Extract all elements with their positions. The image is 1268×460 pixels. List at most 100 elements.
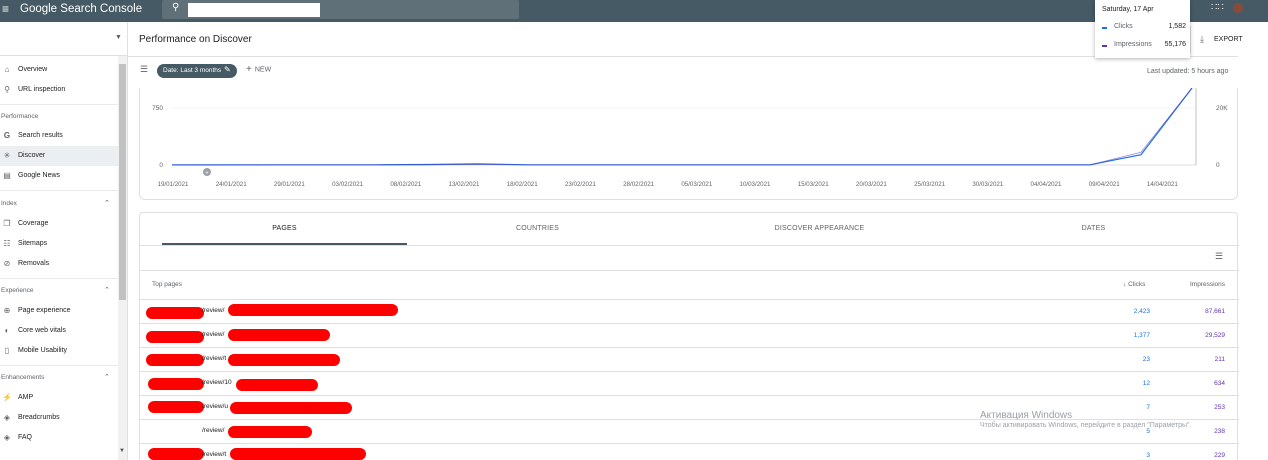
table-row[interactable]: /review/ 2,423 87,661 bbox=[140, 299, 1239, 323]
sidebar-scrollbar[interactable]: ▼ bbox=[118, 56, 127, 460]
section-index[interactable]: Index ⌃ bbox=[0, 197, 118, 211]
table-filter-icon[interactable]: ☰ bbox=[1215, 251, 1223, 262]
x-tick-label: 24/01/2021 bbox=[216, 181, 248, 188]
redaction-mark bbox=[230, 448, 366, 460]
column-header-impressions[interactable]: Impressions bbox=[1190, 281, 1225, 288]
x-tick-label: 28/02/2021 bbox=[623, 181, 655, 188]
x-tick-label: 19/01/2021 bbox=[158, 181, 190, 188]
sidebar-item-label: Overview bbox=[18, 66, 48, 73]
column-header-clicks[interactable]: ↓ Clicks bbox=[1123, 281, 1145, 288]
y-tick-label-left: 0 bbox=[159, 162, 163, 169]
last-updated-text: Last updated: 5 hours ago bbox=[1147, 68, 1229, 75]
table-row[interactable]: /review/t 3 229 bbox=[140, 443, 1239, 460]
sidebar-item-google-news[interactable]: ▤ Google News bbox=[0, 166, 118, 186]
column-header-top-pages: Top pages bbox=[152, 281, 182, 288]
clicks-value: 1,377 bbox=[1133, 332, 1150, 339]
plus-circle-icon: ⊕ bbox=[3, 306, 11, 315]
clicks-value: 5 bbox=[1146, 428, 1150, 435]
clicks-value: 23 bbox=[1142, 356, 1150, 363]
section-experience[interactable]: Experience ⌃ bbox=[0, 284, 118, 298]
redaction-mark bbox=[148, 378, 204, 390]
sidebar-item-breadcrumbs[interactable]: ◈ Breadcrumbs bbox=[0, 408, 118, 428]
tab-countries[interactable]: COUNTRIES bbox=[415, 213, 660, 245]
table-row[interactable]: /review/t 23 211 bbox=[140, 347, 1239, 371]
impressions-value: 211 bbox=[1214, 356, 1225, 363]
activation-watermark-title: Активация Windows bbox=[980, 410, 1073, 421]
table-row[interactable]: /review/ 1,377 29,529 bbox=[140, 323, 1239, 347]
sidebar-item-label: Coverage bbox=[18, 220, 49, 227]
sidebar-item-amp[interactable]: ⚡ AMP bbox=[0, 388, 118, 408]
sidebar-item-coverage[interactable]: ❐ Coverage bbox=[0, 214, 118, 234]
activation-watermark-text: Чтобы активировать Windows, перейдите в … bbox=[980, 422, 1192, 429]
sort-arrow-icon: ↓ bbox=[1123, 281, 1127, 288]
x-tick-label: 03/02/2021 bbox=[332, 181, 364, 188]
news-icon: ▤ bbox=[3, 171, 11, 180]
sidebar-item-core-web-vitals[interactable]: ◐ Core web vitals bbox=[0, 321, 118, 341]
search-input[interactable] bbox=[188, 3, 320, 17]
sidebar-item-mobile-usability[interactable]: ▯ Mobile Usability bbox=[0, 341, 118, 361]
home-icon: ⌂ bbox=[4, 65, 10, 74]
x-tick-label: 20/03/2021 bbox=[856, 181, 888, 188]
impressions-value: 29,529 bbox=[1205, 332, 1225, 339]
sidebar-item-sitemaps[interactable]: ☷ Sitemaps bbox=[0, 234, 118, 254]
phone-icon: ▯ bbox=[4, 346, 10, 355]
x-tick-label: 13/02/2021 bbox=[449, 181, 481, 188]
layers-icon: ◈ bbox=[3, 413, 11, 422]
date-chip-label: Date: Last 3 months bbox=[163, 67, 222, 74]
export-button[interactable]: ⤓ EXPORT bbox=[1196, 31, 1246, 49]
new-filter-button[interactable]: + NEW bbox=[246, 64, 271, 75]
divider bbox=[128, 56, 1238, 57]
sidebar-item-overview[interactable]: ⌂ Overview bbox=[0, 60, 118, 80]
redaction-mark bbox=[228, 426, 312, 438]
clicks-header-label: Clicks bbox=[1128, 281, 1146, 288]
impressions-value: 87,661 bbox=[1205, 308, 1225, 315]
apps-grid-icon[interactable]: ∷∷ bbox=[1211, 2, 1224, 13]
section-performance[interactable]: Performance bbox=[0, 110, 118, 124]
sidebar-item-discover[interactable]: ✳ Discover bbox=[0, 146, 118, 166]
y-tick-label-right: 20K bbox=[1216, 105, 1228, 112]
redaction-mark bbox=[148, 401, 204, 413]
filter-icon[interactable]: ☰ bbox=[140, 64, 148, 75]
series-line-clicks bbox=[172, 88, 1193, 166]
sidebar-item-label: Removals bbox=[18, 260, 50, 267]
tooltip-label: Clicks bbox=[1114, 23, 1133, 30]
impressions-swatch bbox=[1102, 45, 1107, 47]
sidebar-item-label: Search results bbox=[18, 132, 63, 139]
page-path: /review/t bbox=[202, 355, 227, 362]
property-selector[interactable]: ▼ bbox=[0, 22, 128, 56]
page-path: /review/ bbox=[202, 427, 225, 434]
tab-dates[interactable]: DATES bbox=[971, 213, 1216, 245]
sidebar-item-faq[interactable]: ◈ FAQ bbox=[0, 428, 118, 448]
sidebar-item-page-experience[interactable]: ⊕ Page experience bbox=[0, 301, 118, 321]
redaction-mark bbox=[228, 354, 340, 366]
tab-pages[interactable]: PAGES bbox=[162, 213, 407, 245]
table-row[interactable]: /review/u 7 253 bbox=[140, 395, 1239, 419]
scroll-down-arrow-icon[interactable]: ▼ bbox=[119, 448, 125, 454]
sidebar-item-search-results[interactable]: G Search results bbox=[0, 126, 118, 146]
clicks-value: 3 bbox=[1146, 452, 1150, 459]
menu-icon[interactable]: ≡ bbox=[2, 2, 9, 16]
sidebar-item-removals[interactable]: ⊘ Removals bbox=[0, 254, 118, 274]
download-icon: ⤓ bbox=[1200, 34, 1204, 44]
table-row[interactable]: /review/10 12 634 bbox=[140, 371, 1239, 395]
date-filter-chip[interactable]: Date: Last 3 months ✎ bbox=[157, 64, 237, 78]
tab-discover-appearance[interactable]: DISCOVER APPEARANCE bbox=[697, 213, 942, 245]
sidebar-item-url-inspection[interactable]: ⚲ URL inspection bbox=[0, 80, 118, 100]
redaction-mark bbox=[228, 304, 398, 316]
plus-icon: + bbox=[246, 64, 252, 75]
tooltip-date: Saturday, 17 Apr bbox=[1102, 6, 1154, 13]
sidebar: ▼ ⌂ Overview ⚲ URL inspection Performanc… bbox=[0, 22, 128, 460]
clicks-value: 12 bbox=[1142, 380, 1150, 387]
avatar[interactable] bbox=[1233, 3, 1243, 13]
x-tick-label: 14/04/2021 bbox=[1147, 181, 1179, 188]
sitemap-icon: ☷ bbox=[3, 239, 11, 248]
section-enhancements[interactable]: Enhancements ⌃ bbox=[0, 371, 118, 385]
search-bar[interactable]: ⚲ bbox=[162, 0, 519, 19]
chevron-up-icon: ⌃ bbox=[104, 200, 110, 207]
chart-svg[interactable]: 0 750 0 20K 19/01/2021 24/01/2021 29/01/2021 03… bbox=[140, 88, 1239, 200]
scrollbar-thumb[interactable] bbox=[119, 64, 126, 300]
tooltip-value: 55,176 bbox=[1164, 41, 1186, 48]
chevron-down-icon: ▼ bbox=[115, 34, 122, 41]
gauge-icon: ◐ bbox=[4, 326, 10, 335]
x-tick-label: 23/02/2021 bbox=[565, 181, 597, 188]
